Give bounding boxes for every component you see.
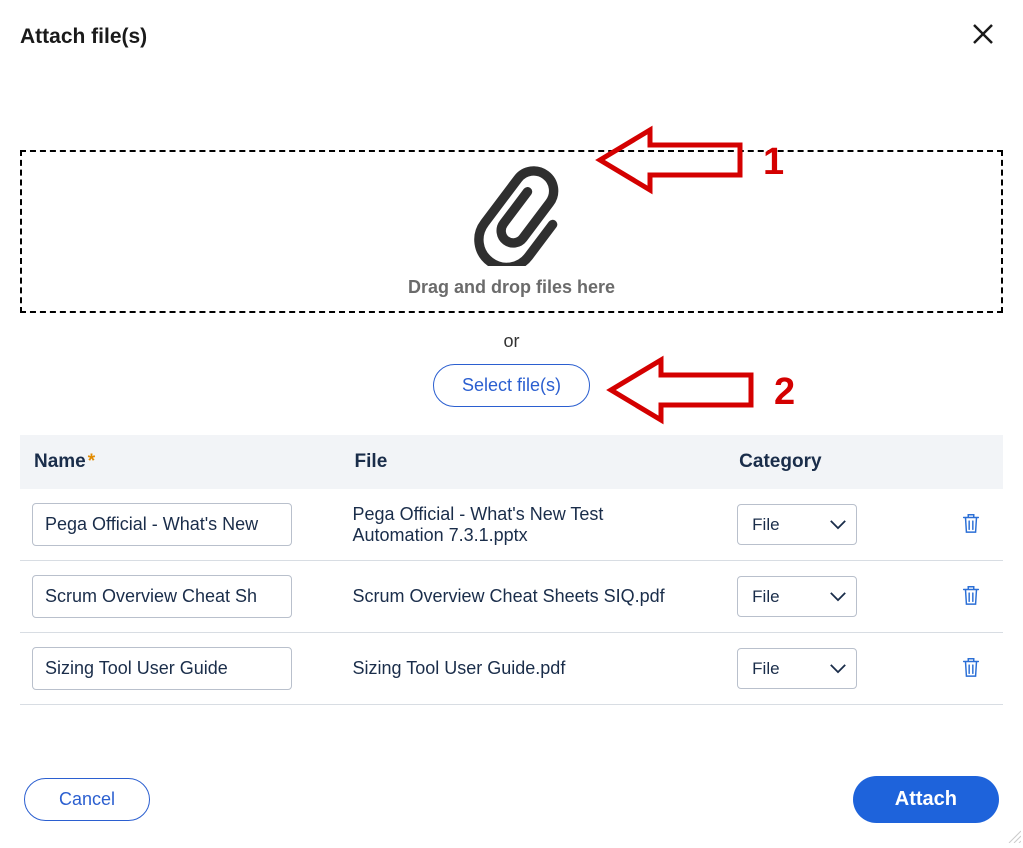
modal-title: Attach file(s) xyxy=(20,25,147,49)
trash-icon xyxy=(960,511,982,535)
attach-button[interactable]: Attach xyxy=(853,776,999,823)
category-select[interactable]: File xyxy=(737,576,857,617)
column-header-actions xyxy=(939,435,1003,489)
close-button[interactable] xyxy=(963,18,1003,55)
close-icon xyxy=(971,22,995,46)
table-header-row: Name* File Category xyxy=(20,435,1003,489)
column-header-name: Name* xyxy=(20,435,341,489)
modal-footer: Cancel Attach xyxy=(0,760,1023,845)
or-text: or xyxy=(20,331,1003,352)
delete-row-button[interactable] xyxy=(956,507,986,542)
trash-icon xyxy=(960,655,982,679)
required-asterisk: * xyxy=(88,451,95,472)
file-name-input[interactable] xyxy=(32,647,292,690)
category-select[interactable]: File xyxy=(737,504,857,545)
column-header-file: File xyxy=(341,435,726,489)
file-name-input[interactable] xyxy=(32,503,292,546)
select-files-wrap: Select file(s) xyxy=(20,364,1003,407)
file-dropzone[interactable]: Drag and drop files here xyxy=(20,150,1003,313)
modal-header: Attach file(s) xyxy=(0,0,1023,55)
table-row: Scrum Overview Cheat Sheets SIQ.pdf File xyxy=(20,561,1003,633)
file-label: Sizing Tool User Guide.pdf xyxy=(353,658,683,679)
table-row: Sizing Tool User Guide.pdf File xyxy=(20,633,1003,705)
select-files-button[interactable]: Select file(s) xyxy=(433,364,590,407)
column-header-name-label: Name xyxy=(34,451,86,472)
category-select-wrap: File xyxy=(737,648,857,689)
dropzone-text: Drag and drop files here xyxy=(408,277,615,298)
dropzone-area: Drag and drop files here 1 or Select fil… xyxy=(20,150,1003,407)
files-table: Name* File Category Pega Official - What… xyxy=(20,435,1003,705)
delete-row-button[interactable] xyxy=(956,579,986,614)
file-label: Pega Official - What's New Test Automati… xyxy=(353,504,683,546)
table-row: Pega Official - What's New Test Automati… xyxy=(20,489,1003,561)
files-tbody: Pega Official - What's New Test Automati… xyxy=(20,489,1003,705)
trash-icon xyxy=(960,583,982,607)
category-select-wrap: File xyxy=(737,504,857,545)
paperclip-icon xyxy=(462,166,562,271)
column-header-category: Category xyxy=(725,435,939,489)
resize-handle[interactable] xyxy=(1007,829,1021,843)
delete-row-button[interactable] xyxy=(956,651,986,686)
category-select-wrap: File xyxy=(737,576,857,617)
attach-files-modal: Attach file(s) Drag and drop files here xyxy=(0,0,1023,845)
cancel-button[interactable]: Cancel xyxy=(24,778,150,821)
file-name-input[interactable] xyxy=(32,575,292,618)
file-label: Scrum Overview Cheat Sheets SIQ.pdf xyxy=(353,586,683,607)
category-select[interactable]: File xyxy=(737,648,857,689)
modal-body-scroll[interactable]: Drag and drop files here 1 or Select fil… xyxy=(0,55,1023,760)
